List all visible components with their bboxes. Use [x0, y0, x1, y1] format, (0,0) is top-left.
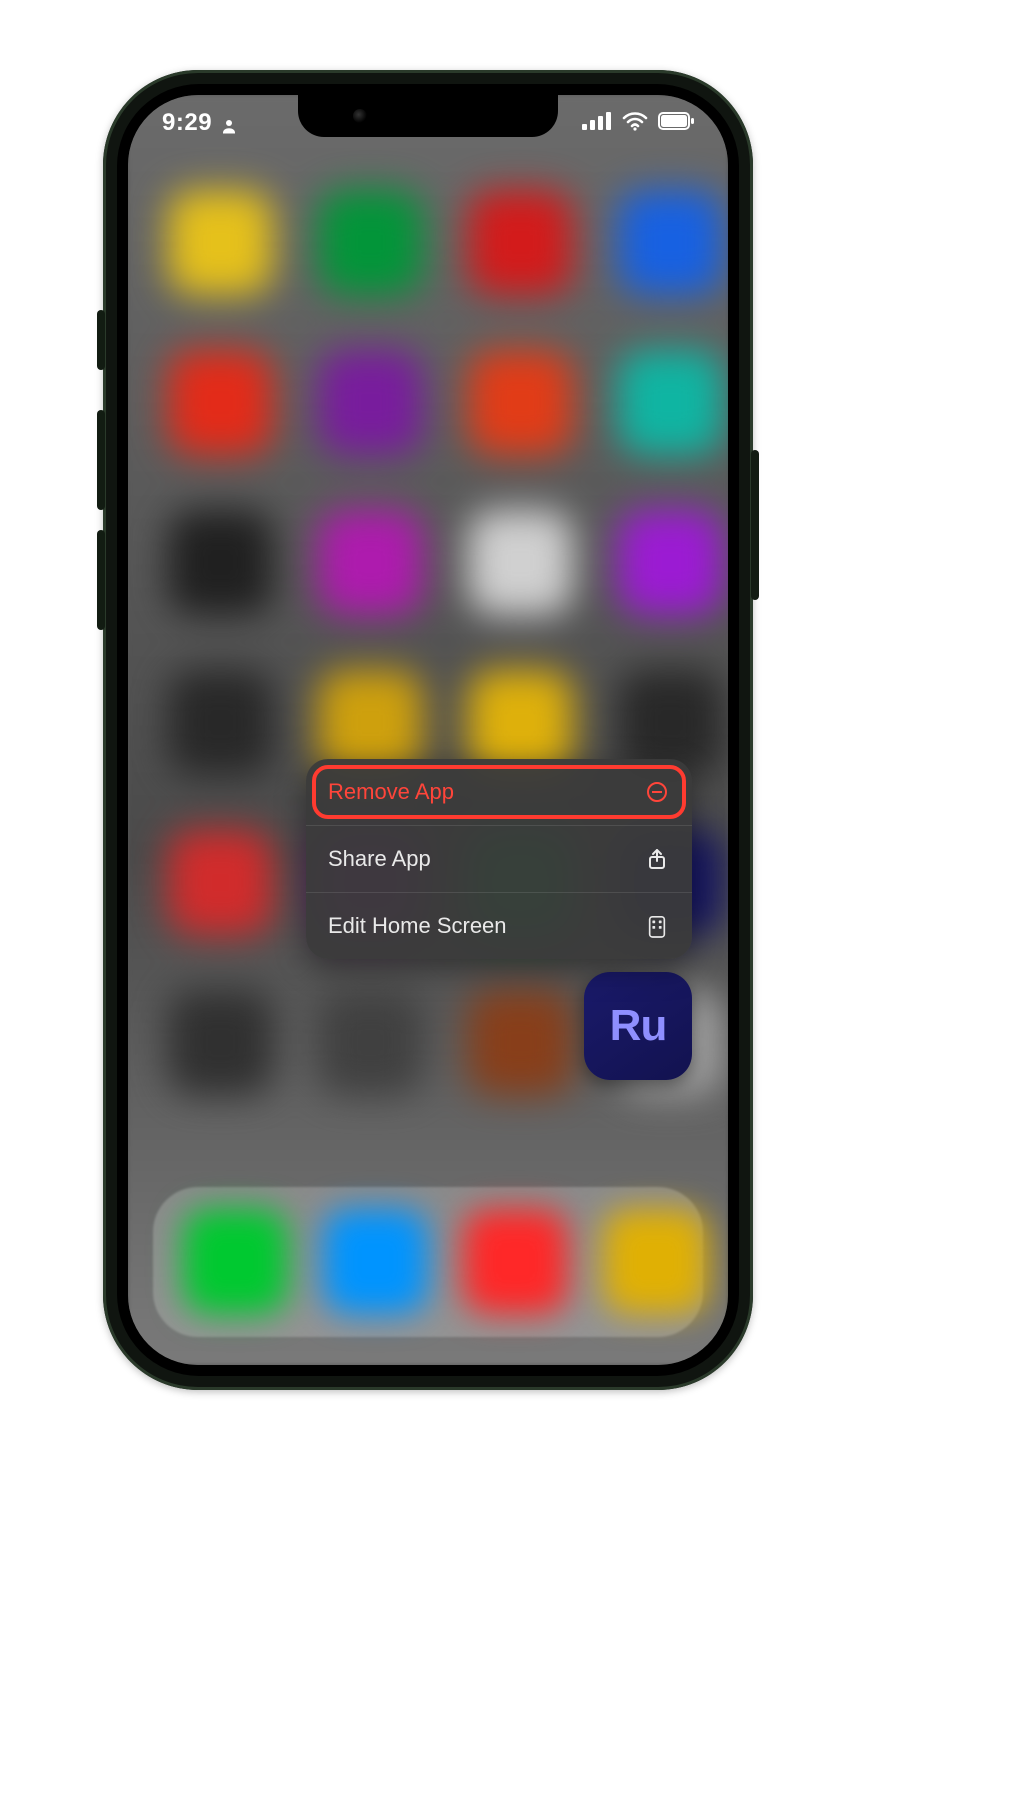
cellular-icon	[582, 112, 612, 135]
blurred-app-icon	[168, 830, 273, 935]
menu-item-remove-app[interactable]: Remove App	[306, 759, 692, 825]
phone-frame: 9:29	[103, 70, 753, 1390]
home-icons-blur	[128, 95, 728, 1365]
blurred-app-icon	[468, 350, 573, 455]
blurred-app-icon	[168, 190, 273, 295]
silence-switch	[97, 310, 105, 370]
blurred-app-icon	[168, 990, 273, 1095]
menu-item-edit-home-screen[interactable]: Edit Home Screen	[306, 892, 692, 959]
volume-up-button	[97, 410, 105, 510]
dock-app-icon	[323, 1209, 428, 1314]
blurred-app-icon	[168, 670, 273, 775]
minus-circle-icon	[644, 779, 670, 805]
share-icon	[644, 846, 670, 872]
blurred-app-icon	[318, 190, 423, 295]
apps-grid-icon	[644, 913, 670, 939]
blurred-app-icon	[318, 350, 423, 455]
status-bar: 9:29	[128, 95, 728, 151]
menu-item-share-app[interactable]: Share App	[306, 825, 692, 892]
blurred-app-icon	[168, 510, 273, 615]
blurred-app-icon	[468, 990, 573, 1095]
menu-item-label: Edit Home Screen	[328, 913, 507, 939]
blurred-app-icon	[318, 990, 423, 1095]
wifi-icon	[622, 111, 648, 136]
battery-icon	[658, 112, 694, 135]
blurred-app-icon	[618, 190, 723, 295]
dock	[153, 1187, 703, 1337]
app-context-menu: Remove App Share App	[306, 759, 692, 959]
dock-app-icon	[463, 1209, 568, 1314]
blurred-app-icon	[618, 510, 723, 615]
dock-app-icon	[603, 1209, 708, 1314]
menu-item-label: Share App	[328, 846, 431, 872]
phone-screen: 9:29	[128, 95, 728, 1365]
blurred-app-icon	[318, 510, 423, 615]
focused-app-icon[interactable]: Ru	[584, 972, 692, 1080]
focused-app-label: Ru	[610, 1001, 667, 1051]
dock-app-icon	[183, 1209, 288, 1314]
blurred-app-icon	[468, 190, 573, 295]
power-button	[751, 450, 759, 600]
blurred-app-icon	[168, 350, 273, 455]
blurred-app-icon	[618, 350, 723, 455]
status-time: 9:29	[162, 109, 212, 137]
focus-person-icon	[220, 114, 238, 132]
menu-item-label: Remove App	[328, 779, 454, 805]
volume-down-button	[97, 530, 105, 630]
blurred-app-icon	[468, 510, 573, 615]
